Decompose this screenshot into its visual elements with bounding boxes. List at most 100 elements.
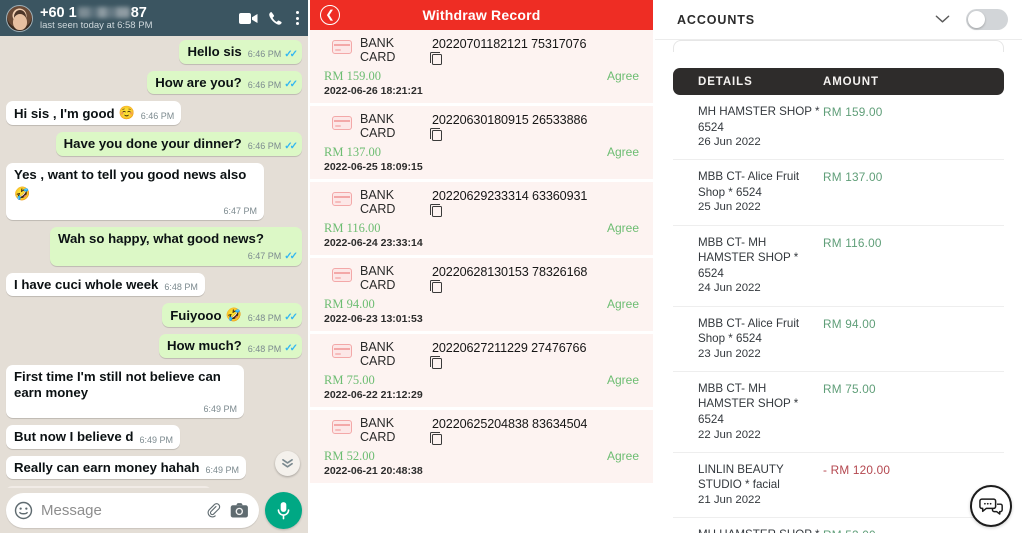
screenshot-root: +60 1 87 last seen today at 6:58 PM Hell… — [0, 0, 1024, 533]
message-row: Fuiyooo 🤣 6:48 PM ✓✓ — [6, 303, 302, 328]
record-datetime: 2022-06-23 13:01:53 — [324, 313, 423, 325]
redacted-phone-segment — [77, 7, 130, 19]
transaction-row[interactable]: MH HAMSTER SHOP * 6524 21 Jun 2022 RM 52… — [673, 518, 1004, 533]
transaction-details: MH HAMSTER SHOP * 6524 21 Jun 2022 — [673, 527, 823, 533]
message-meta: 6:47 PM ✓✓ — [60, 251, 298, 262]
withdraw-record-row[interactable]: BANK CARD 20220627211229 27476766 RM 75.… — [310, 334, 653, 407]
message-time: 6:48 PM — [247, 312, 282, 323]
record-amount: RM 94.00 — [324, 297, 375, 311]
transaction-row[interactable]: MBB CT- MH HAMSTER SHOP * 6524 22 Jun 20… — [673, 372, 1004, 453]
copy-icon[interactable] — [430, 52, 442, 65]
phone-call-icon[interactable] — [268, 11, 283, 26]
withdraw-record-row[interactable]: BANK CARD 20220625204838 83634504 RM 52.… — [310, 410, 653, 483]
message-time: 6:48 PM — [247, 343, 282, 354]
copy-icon[interactable] — [430, 356, 442, 369]
chat-message-list[interactable]: Hello sis 6:46 PM ✓✓ How are you? 6:46 P… — [0, 36, 308, 488]
withdraw-record-row[interactable]: BANK CARD 20220628130153 78326168 RM 94.… — [310, 258, 653, 331]
transactions-list[interactable]: MH HAMSTER SHOP * 6524 26 Jun 2022 RM 15… — [655, 95, 1022, 533]
emoji-glyph: 🤣 — [14, 186, 31, 202]
record-top: BANK CARD 20220629233314 63360931 — [324, 188, 639, 217]
overflow-menu-icon[interactable] — [293, 11, 302, 25]
chat-bubble-outgoing[interactable]: Fuiyooo 🤣 6:48 PM ✓✓ — [162, 303, 302, 328]
chat-bubble-outgoing[interactable]: How are you? 6:46 PM ✓✓ — [147, 70, 302, 95]
message-text: I have cuci whole week — [14, 276, 159, 292]
record-datetime: 2022-06-26 18:21:21 — [324, 85, 423, 97]
message-meta: 6:46 PM ✓✓ — [248, 49, 298, 60]
transaction-row[interactable]: MBB CT- MH HAMSTER SHOP * 6524 24 Jun 20… — [673, 226, 1004, 307]
chat-bubble-incoming[interactable]: Hi sis , I'm good ☺️ 6:46 PM — [6, 101, 182, 126]
withdraw-record-row[interactable]: BANK CARD 20220630180915 26533886 RM 137… — [310, 106, 653, 179]
chat-bubble-incoming[interactable]: Yes , want to tell you good news also 🤣 … — [6, 162, 264, 221]
chat-bubble-incoming[interactable]: I have cuci whole week 6:48 PM — [6, 272, 205, 297]
chat-input-bar: Message — [0, 488, 308, 533]
transaction-merchant: MBB CT- MH HAMSTER SHOP * 6524 — [698, 235, 799, 280]
transaction-merchant: MH HAMSTER SHOP * 6524 — [698, 527, 823, 533]
record-bank-label: BANK CARD — [360, 264, 396, 292]
message-text: But now I believe d — [14, 429, 134, 445]
record-middle: RM 137.00 Agree — [324, 145, 639, 160]
contact-phone-number: +60 1 87 — [40, 5, 229, 21]
transaction-amount: RM 159.00 — [823, 105, 883, 119]
voice-record-button[interactable] — [265, 492, 302, 529]
contact-last-seen: last seen today at 6:58 PM — [40, 19, 153, 31]
record-status: Agree — [606, 449, 639, 463]
chat-bubble-incoming[interactable]: Really can earn money hahah 6:49 PM — [6, 455, 246, 480]
video-call-icon[interactable] — [239, 12, 258, 25]
chevron-down-icon[interactable] — [929, 12, 956, 27]
account-summary-card-partial[interactable] — [673, 40, 1004, 52]
read-receipt-icon: ✓✓ — [284, 312, 298, 324]
transaction-row[interactable]: LINLIN BEAUTY STUDIO * facial 21 Jun 202… — [673, 453, 1004, 519]
avatar[interactable] — [6, 4, 33, 32]
chat-bubble-outgoing[interactable]: Hello sis 6:46 PM ✓✓ — [179, 40, 302, 64]
message-row: But now I believe d 6:49 PM — [6, 425, 302, 449]
chat-header: +60 1 87 last seen today at 6:58 PM — [0, 0, 308, 36]
message-meta: 6:48 PM — [164, 282, 198, 292]
chat-bubble-incoming[interactable]: But now I believe d 6:49 PM — [6, 425, 180, 449]
emoji-glyph: 🤣 — [225, 307, 242, 323]
message-meta: 6:49 PM — [139, 435, 173, 445]
withdraw-record-row[interactable]: BANK CARD 20220629233314 63360931 RM 116… — [310, 182, 653, 255]
record-status: Agree — [606, 297, 639, 311]
accounts-visibility-toggle[interactable] — [966, 9, 1008, 30]
chat-bubble-outgoing[interactable]: How much? 6:48 PM ✓✓ — [158, 334, 302, 359]
chat-bubble-icon — [979, 497, 1003, 515]
record-datetime: 2022-06-22 21:12:29 — [324, 389, 423, 401]
transaction-row[interactable]: MH HAMSTER SHOP * 6524 26 Jun 2022 RM 15… — [673, 95, 1004, 161]
transaction-amount: - RM 120.00 — [823, 462, 891, 477]
accounts-header: ACCOUNTS — [655, 0, 1022, 40]
message-meta: 6:46 PM — [141, 111, 175, 121]
copy-icon[interactable] — [430, 280, 442, 293]
scroll-to-bottom-button[interactable] — [275, 451, 300, 476]
message-row: Have you done your dinner? 6:46 PM ✓✓ — [6, 132, 302, 156]
transaction-details: MBB CT- Alice Fruit Shop * 6524 25 Jun 2… — [673, 169, 823, 215]
transactions-table-header: DETAILS AMOUNT — [673, 68, 1004, 95]
chat-bubble-incoming[interactable]: First time I'm still not believe can ear… — [6, 365, 244, 419]
copy-icon[interactable] — [430, 128, 442, 141]
contact-info[interactable]: +60 1 87 last seen today at 6:58 PM — [40, 5, 229, 32]
record-status: Agree — [606, 145, 639, 159]
record-top: BANK CARD 20220701182121 75317076 — [324, 36, 639, 65]
chat-bubble-outgoing[interactable]: Have you done your dinner? 6:46 PM ✓✓ — [55, 132, 302, 156]
chat-bubble-outgoing[interactable]: Wah so happy, what good news? 6:47 PM ✓✓ — [50, 227, 302, 266]
attachment-withdraw-receipt[interactable]: BANK CARD 20220701182121 75317076 RM 159… — [6, 486, 211, 488]
back-chevron-icon[interactable]: ❮ — [320, 5, 340, 25]
chat-support-button[interactable] — [970, 485, 1012, 527]
withdraw-record-list[interactable]: BANK CARD 20220701182121 75317076 RM 159… — [310, 30, 653, 533]
transaction-row[interactable]: MBB CT- Alice Fruit Shop * 6524 23 Jun 2… — [673, 307, 1004, 372]
message-row: BANK CARD 20220701182121 75317076 RM 159… — [6, 486, 302, 488]
withdraw-record-row[interactable]: BANK CARD 20220701182121 75317076 RM 159… — [310, 30, 653, 103]
message-input-pill[interactable]: Message — [6, 493, 259, 528]
copy-icon[interactable] — [430, 204, 442, 217]
record-order-wrap: 20220625204838 83634504 — [430, 417, 587, 445]
phone-suffix: 87 — [130, 4, 147, 21]
record-bank-label: BANK CARD — [360, 188, 396, 216]
record-order-number: 20220628130153 78326168 — [432, 265, 588, 279]
transaction-amount: RM 137.00 — [823, 170, 883, 185]
withdraw-record-panel: ❮ Withdraw Record BANK CARD 202207011821… — [310, 0, 655, 533]
transaction-date: 24 Jun 2022 — [698, 282, 761, 295]
copy-icon[interactable] — [430, 432, 442, 445]
message-time: 6:46 PM — [140, 111, 175, 122]
message-text: Hello sis — [187, 44, 242, 59]
transaction-row[interactable]: MBB CT- Alice Fruit Shop * 6524 25 Jun 2… — [673, 160, 1004, 226]
record-datetime: 2022-06-21 20:48:38 — [324, 465, 423, 477]
